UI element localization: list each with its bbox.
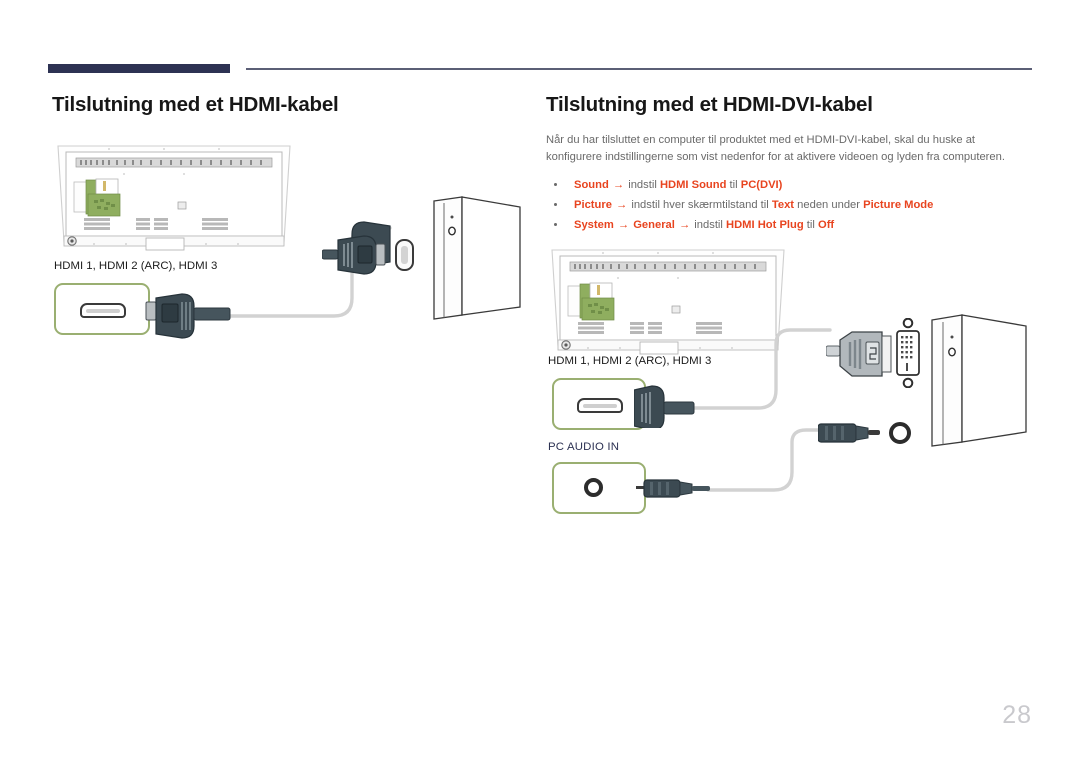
bullet-text-part: PC(DVI)	[740, 179, 783, 191]
bullet-text-part: Picture Mode	[863, 199, 934, 211]
right-column: Tilslutning med et HDMI-DVI-kabel Når du…	[546, 92, 1034, 235]
bullet-text-part: System	[574, 219, 614, 231]
right-section-title: Tilslutning med et HDMI-DVI-kabel	[546, 93, 873, 116]
bullet-text-part: HDMI Sound	[659, 179, 727, 191]
bullet-text-part: indstil	[694, 219, 727, 231]
audio-plug-to-pc	[818, 422, 911, 444]
bullet-text-part: Text	[771, 199, 795, 211]
dvi-connector-and-port	[826, 318, 920, 388]
pc-audio-in-port-box[interactable]	[552, 462, 646, 514]
arrow-separator: →	[609, 179, 628, 191]
audio-jack-port-icon	[584, 478, 603, 497]
arrow-separator: →	[612, 199, 631, 211]
header-accent-bar	[48, 64, 230, 73]
hdmi-plug-to-pc-left	[322, 235, 414, 275]
page-number: 28	[1002, 701, 1032, 729]
bullet-text-part: Sound	[574, 179, 609, 191]
bullet-text-part: General	[633, 219, 675, 231]
settings-bullet-item: Sound → indstil HDMI Sound til PC(DVI)	[546, 175, 1034, 195]
manual-page: Tilslutning med et HDMI-kabel HDMI 1, HD…	[0, 0, 1080, 763]
header-rule	[246, 68, 1032, 70]
hdmi-port-icon	[577, 398, 623, 413]
left-section-title: Tilslutning med et HDMI-kabel	[52, 93, 339, 116]
bullet-text-part: indstil hver skærmtilstand til	[631, 199, 772, 211]
left-column: Tilslutning med et HDMI-kabel	[52, 92, 522, 118]
pc-audio-in-label: PC AUDIO IN	[548, 441, 620, 453]
settings-bullet-list: Sound → indstil HDMI Sound til PC(DVI) Pi…	[546, 175, 1034, 235]
hdmi-port-icon	[80, 303, 126, 318]
bullet-text-part: til	[803, 219, 818, 231]
settings-bullet-item: Picture → indstil hver skærmtilstand til…	[546, 195, 1034, 215]
arrow-separator: →	[675, 219, 694, 231]
bullet-dot-icon	[554, 183, 557, 186]
settings-bullet-item: System → General → indstil HDMI Hot Plug…	[546, 215, 1034, 235]
bullet-text-part: HDMI Hot Plug	[726, 219, 804, 231]
right-hdmi-port-box[interactable]	[552, 378, 646, 430]
bullet-text-part: neden under	[794, 199, 864, 211]
arrow-separator: →	[614, 219, 633, 231]
bullet-text-part: Off	[818, 219, 835, 231]
pc-tower-illustration-left	[433, 196, 521, 320]
bullet-text-part: til	[726, 179, 741, 191]
bullet-dot-icon	[554, 203, 557, 206]
bullet-text-part: indstil	[628, 179, 660, 191]
pc-tower-illustration-right	[931, 314, 1027, 447]
bullet-text-part: Picture	[574, 199, 612, 211]
left-hdmi-port-box[interactable]	[54, 283, 150, 335]
right-body-text: Når du har tilsluttet en computer til pr…	[546, 134, 1005, 163]
bullet-dot-icon	[554, 223, 557, 226]
